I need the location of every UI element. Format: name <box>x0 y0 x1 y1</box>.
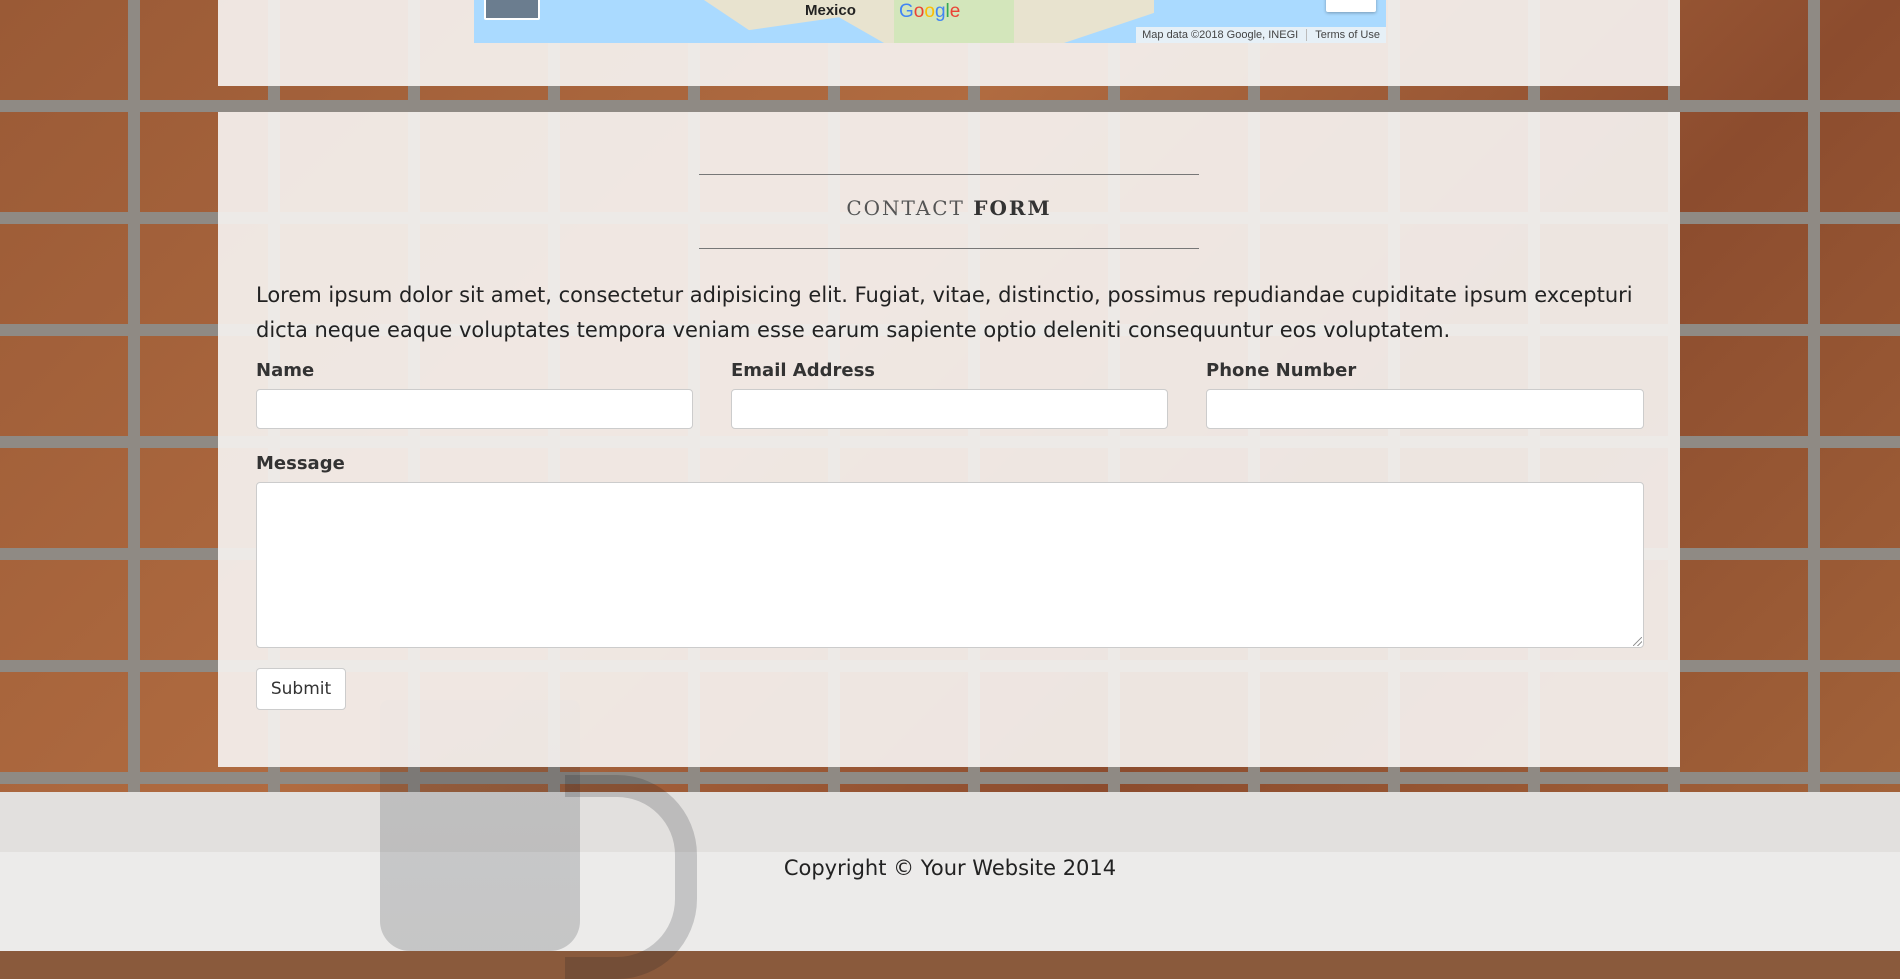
section-title: CONTACT FORM <box>699 196 1199 220</box>
map-control[interactable] <box>1326 0 1376 12</box>
section-title-light: CONTACT <box>846 196 965 220</box>
footer-copyright: Copyright © Your Website 2014 <box>783 856 1117 880</box>
message-label: Message <box>256 453 345 474</box>
attribution-divider <box>1306 29 1308 41</box>
map-satellite-toggle[interactable] <box>484 0 540 20</box>
email-label: Email Address <box>731 360 876 381</box>
name-input[interactable] <box>256 389 693 429</box>
map-data-credit: Map data ©2018 Google, INEGI <box>1142 29 1299 41</box>
submit-button[interactable]: Submit <box>256 668 346 710</box>
title-bottom-rule <box>699 248 1199 249</box>
phone-input[interactable] <box>1206 389 1644 429</box>
title-top-rule <box>699 174 1199 175</box>
terms-of-use-link[interactable]: Terms of Use <box>1315 27 1380 43</box>
floor-band <box>0 792 1900 852</box>
section-title-bold: FORM <box>973 196 1052 220</box>
map-panel: Mexico Google Map data ©2018 Google, INE… <box>218 0 1680 86</box>
intro-paragraph: Lorem ipsum dolor sit amet, consectetur … <box>256 283 1633 342</box>
phone-label: Phone Number <box>1206 360 1357 381</box>
embedded-map[interactable]: Mexico Google Map data ©2018 Google, INE… <box>474 0 1386 43</box>
google-logo: Google <box>899 1 961 22</box>
map-attribution: Map data ©2018 Google, INEGI Terms of Us… <box>1136 27 1386 43</box>
name-label: Name <box>256 360 315 381</box>
contact-form-panel: CONTACT FORM Lorem ipsum dolor sit amet,… <box>218 112 1680 767</box>
textarea-resize-handle[interactable] <box>1633 637 1642 646</box>
email-input[interactable] <box>731 389 1168 429</box>
message-textarea[interactable] <box>256 482 1644 648</box>
map-region-label: Mexico <box>805 2 856 19</box>
